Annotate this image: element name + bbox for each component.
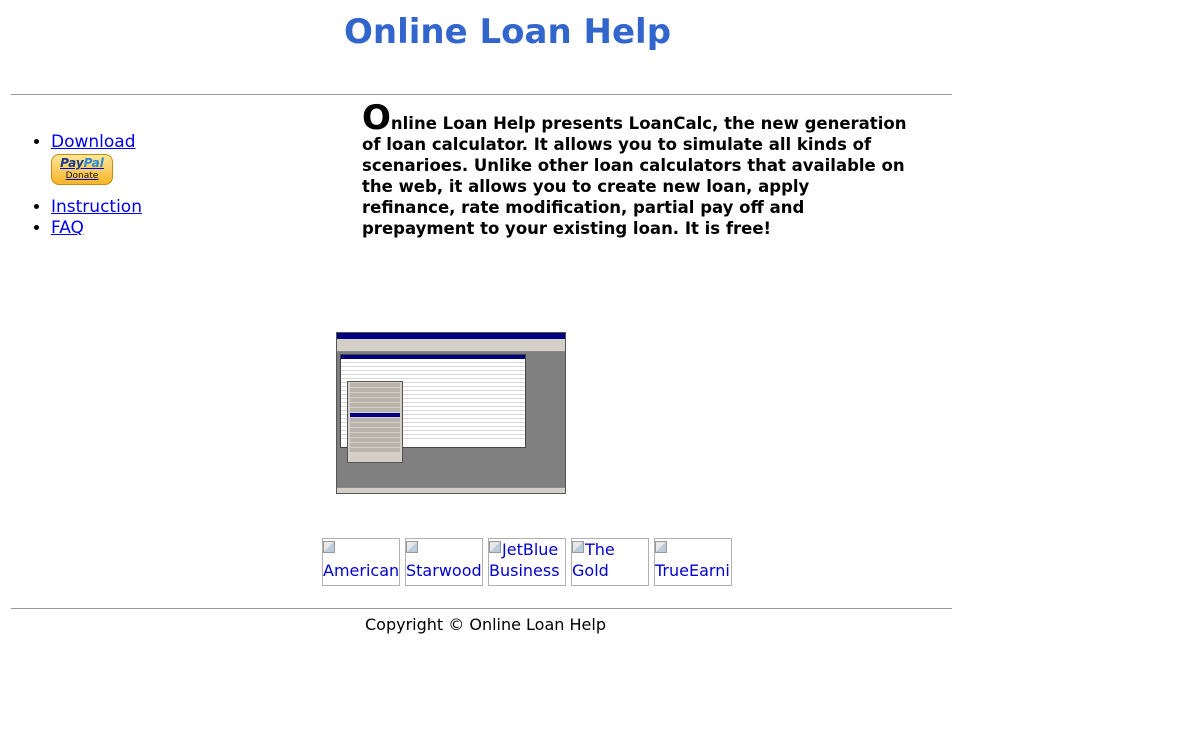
copyright-text: Copyright © Online Loan Help (365, 615, 606, 634)
header-divider (11, 94, 952, 95)
nav-item-download: Download PayPal Donate (51, 132, 142, 185)
loancalc-screenshot (336, 332, 566, 494)
broken-image-icon (655, 541, 667, 553)
ad-jetblue-business[interactable]: JetBlue Business (488, 538, 566, 586)
screenshot-context-menu (347, 381, 403, 463)
ad-american-express[interactable]: American Express (322, 538, 400, 586)
download-link[interactable]: Download (51, 132, 136, 152)
donate-label: Donate (65, 171, 99, 181)
ad-the-gold[interactable]: The Gold (571, 538, 649, 586)
ad-starwood-preferred[interactable]: Starwood Preferred (405, 538, 483, 586)
footer-divider (11, 608, 952, 609)
nav-item-faq: FAQ (51, 218, 142, 239)
intro-paragraph: Online Loan Help presents LoanCalc, the … (362, 101, 907, 239)
sidebar-nav: Download PayPal Donate Instruction FAQ (33, 132, 142, 239)
intro-dropcap: O (362, 98, 391, 138)
broken-image-icon (323, 541, 335, 553)
site-title: Online Loan Help (344, 12, 672, 52)
intro-text: nline Loan Help presents LoanCalc, the n… (362, 114, 907, 238)
paypal-donate-icon: PayPal (60, 156, 104, 170)
broken-image-icon (572, 541, 584, 553)
ad-banner-row: American Express Starwood Preferred JetB… (322, 538, 732, 586)
broken-image-icon (406, 541, 418, 553)
faq-link[interactable]: FAQ (51, 218, 84, 238)
screenshot-toolbar (337, 344, 565, 352)
ad-trueearnings-business[interactable]: TrueEarnings Business (654, 538, 732, 586)
nav-item-instruction: Instruction (51, 197, 142, 218)
instruction-link[interactable]: Instruction (51, 197, 142, 217)
paypal-donate-button[interactable]: PayPal Donate (51, 154, 113, 185)
screenshot-status-bar (337, 487, 565, 493)
broken-image-icon (489, 541, 501, 553)
